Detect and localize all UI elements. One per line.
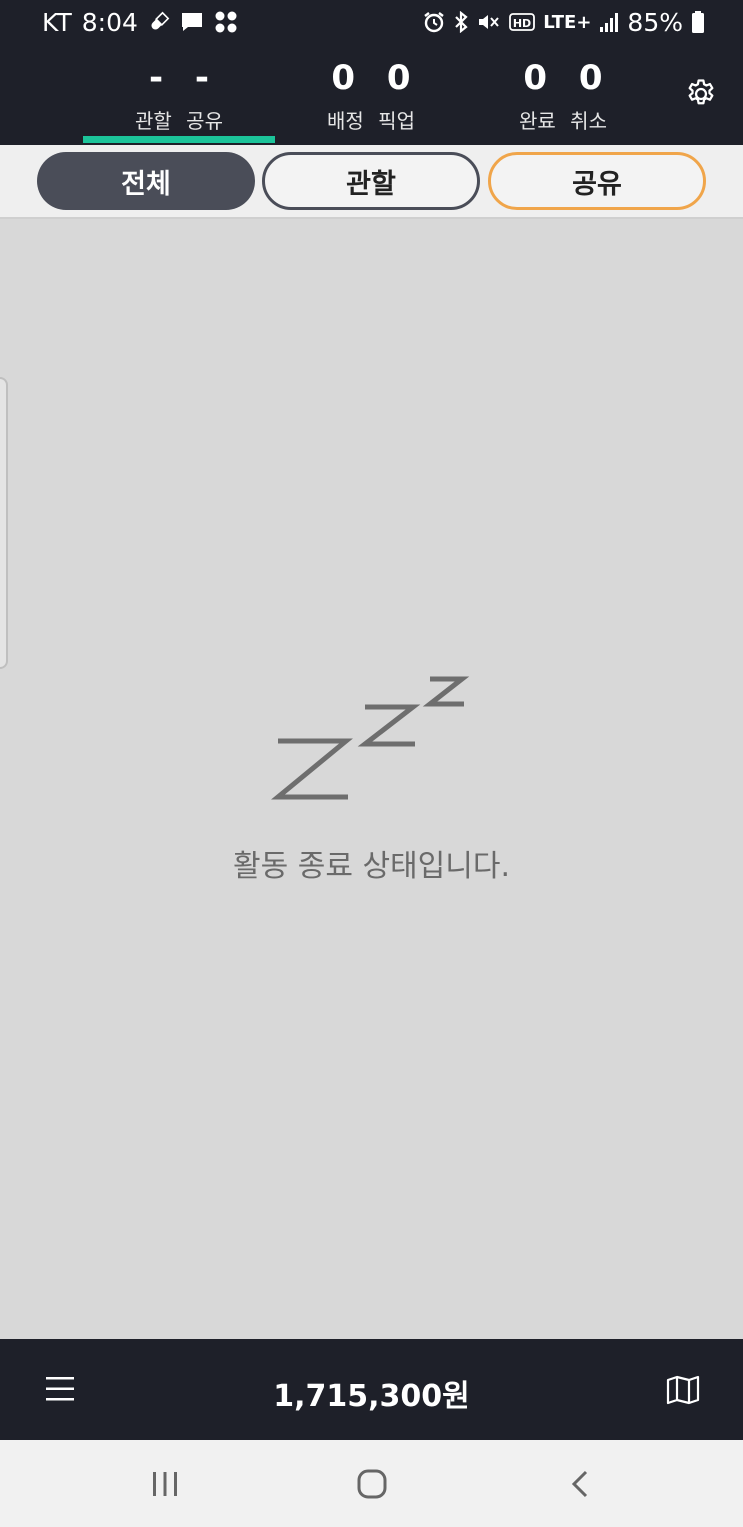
- filter-share-button[interactable]: 공유: [488, 152, 706, 210]
- earnings-total: 1,715,300원: [273, 1379, 470, 1414]
- side-drawer-handle[interactable]: [0, 377, 8, 669]
- mute-icon: [477, 11, 501, 33]
- battery-level: 85%: [627, 7, 683, 37]
- alarm-icon: [423, 11, 445, 33]
- stat-label: 관할 공유: [135, 109, 223, 133]
- stats-header: - - 관할 공유 0 0 배정 픽업 0 0 완료 취소: [0, 44, 743, 145]
- filter-bar: 전체 관할 공유: [0, 145, 743, 219]
- carrier-label: KT: [42, 7, 72, 37]
- filter-all-button[interactable]: 전체: [37, 152, 255, 210]
- home-icon[interactable]: [352, 1464, 392, 1504]
- sleep-zzz-icon: [270, 671, 470, 805]
- stat-label: 완료 취소: [519, 109, 607, 133]
- bottom-bar: 1,715,300원: [0, 1339, 743, 1440]
- pill-icon: [148, 11, 170, 33]
- clock: 8:04: [81, 7, 138, 37]
- status-bar: KT 8:04 HD LTE+ 85%: [0, 0, 743, 44]
- hd-icon: HD: [509, 12, 536, 32]
- signal-icon: [599, 11, 619, 33]
- stat-value: 0 0: [331, 58, 421, 98]
- system-navigation-bar: [0, 1440, 743, 1527]
- filter-jurisdiction-button[interactable]: 관할: [262, 152, 480, 210]
- network-type: LTE+: [543, 11, 592, 33]
- active-tab-indicator: [83, 136, 275, 143]
- back-icon[interactable]: [560, 1464, 600, 1504]
- recent-apps-icon[interactable]: [145, 1464, 185, 1504]
- stat-completed-cancelled[interactable]: 0 0 완료 취소: [467, 44, 659, 145]
- svg-text:HD: HD: [513, 17, 531, 30]
- stat-assigned-pickup[interactable]: 0 0 배정 픽업: [275, 44, 467, 145]
- app-grid-icon: [214, 10, 238, 34]
- order-list-area: 활동 종료 상태입니다.: [0, 221, 743, 1339]
- stat-value: 0 0: [523, 58, 613, 98]
- idle-status-message: 활동 종료 상태입니다.: [232, 849, 510, 884]
- map-icon[interactable]: [666, 1375, 700, 1405]
- settings-gear-icon[interactable]: [684, 77, 718, 111]
- stat-value: - -: [148, 58, 220, 98]
- bluetooth-icon: [453, 11, 469, 33]
- battery-icon: [691, 10, 705, 34]
- stat-jurisdiction-share[interactable]: - - 관할 공유: [83, 44, 275, 145]
- message-icon: [180, 11, 204, 33]
- stat-label: 배정 픽업: [327, 109, 415, 133]
